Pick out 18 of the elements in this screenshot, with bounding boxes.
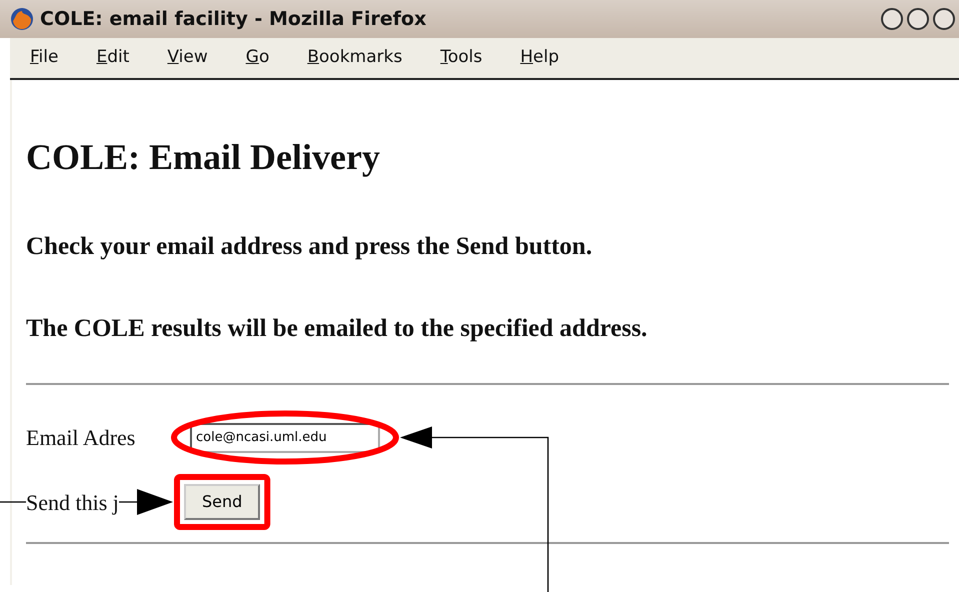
browser-logo-icon [10,7,34,31]
menu-item[interactable]: Tools [434,45,488,71]
menu-item[interactable]: View [161,45,214,71]
close-button[interactable] [933,8,955,30]
menu-item[interactable]: File [24,45,64,71]
menu-item[interactable]: Help [514,45,566,71]
email-field[interactable]: cole@ncasi.uml.edu [190,422,380,452]
menu-item[interactable]: Edit [90,45,136,71]
window-title: COLE: email facility - Mozilla Firefox [40,6,426,32]
email-label: Email Adres [26,425,136,450]
page-heading: COLE: Email Delivery [26,136,381,179]
menu-item[interactable]: Go [240,45,276,71]
instruction-text: The COLE results will be emailed to the specified address. [26,314,648,344]
send-button[interactable]: Send [184,484,260,520]
instruction-text: Check your email address and press the Send button. [26,232,594,262]
minimize-button[interactable] [881,8,903,30]
maximize-button[interactable] [907,8,929,30]
menu-item[interactable]: Bookmarks [301,45,408,71]
